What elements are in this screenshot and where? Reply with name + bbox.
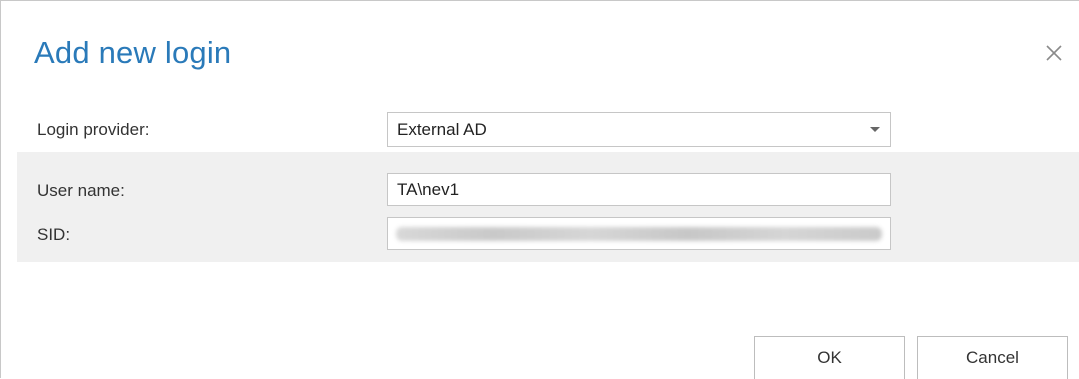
user-name-label: User name: (37, 181, 125, 200)
chevron-down-icon (870, 127, 880, 132)
add-login-dialog: Add new login Login provider: External A… (0, 0, 1079, 379)
sid-label: SID: (37, 225, 71, 244)
login-provider-select[interactable]: External AD (387, 112, 891, 147)
sid-redacted (396, 227, 882, 241)
user-name-value: TA\nev1 (397, 179, 460, 199)
login-provider-value: External AD (397, 119, 487, 139)
dialog-title: Add new login (34, 35, 232, 70)
user-name-field[interactable]: TA\nev1 (387, 173, 891, 206)
sid-field[interactable] (387, 217, 891, 250)
ok-button[interactable]: OK (754, 336, 905, 379)
cancel-button[interactable]: Cancel (917, 336, 1068, 379)
login-provider-label: Login provider: (37, 120, 150, 139)
close-icon (1046, 45, 1062, 61)
close-button[interactable] (1040, 39, 1068, 67)
